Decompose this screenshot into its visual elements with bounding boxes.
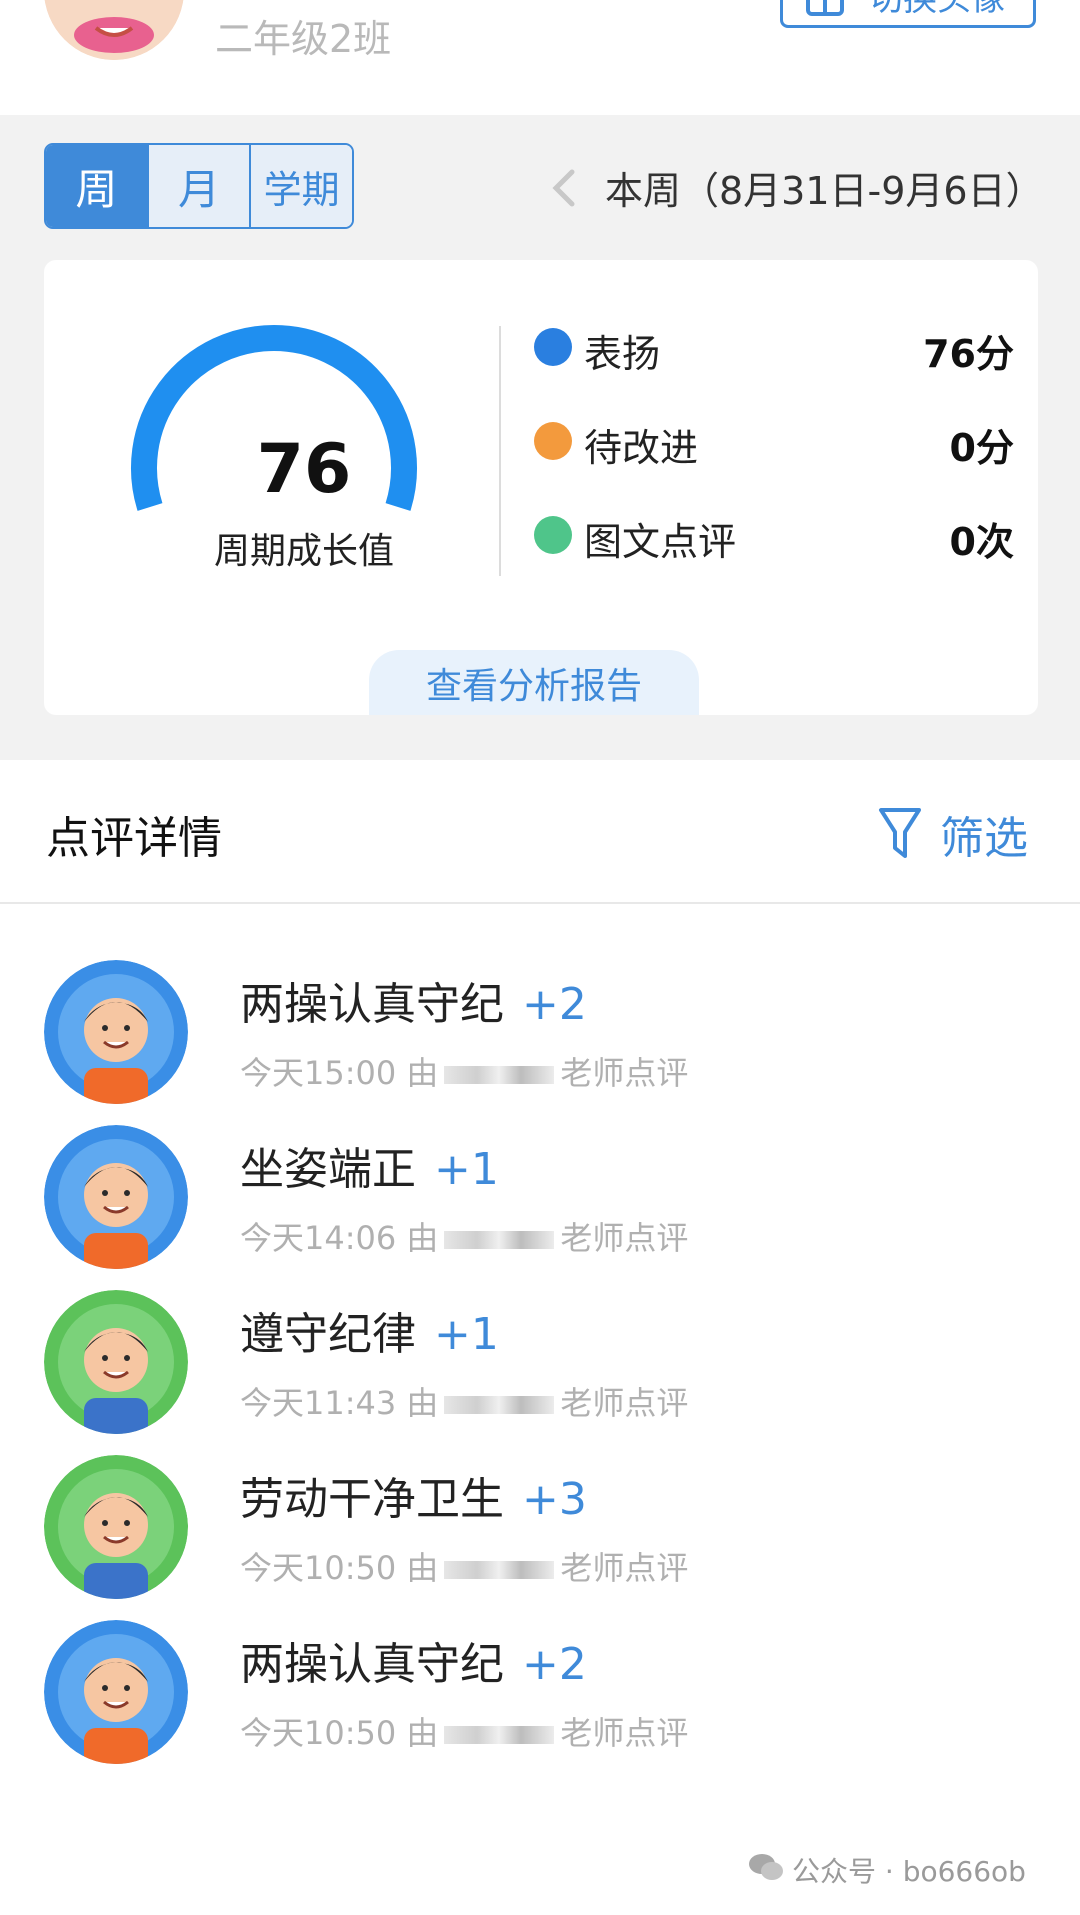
- stat-improve: 待改进 0分: [534, 417, 1014, 470]
- switch-avatar-label: 切换头像: [869, 0, 1005, 20]
- review-title: 两操认真守纪 +2: [240, 968, 587, 1032]
- review-time: 今天11:43 由: [240, 1384, 439, 1422]
- watermark: 公众号 · bo666ob: [792, 1855, 1026, 1888]
- tab-semester[interactable]: 学期: [249, 145, 352, 227]
- switch-avatar-button[interactable]: 切换头像: [780, 0, 1036, 28]
- review-time: 今天15:00 由: [240, 1054, 439, 1092]
- profile-header: 二年级2班 切换头像: [0, 0, 1080, 115]
- section-title: 点评详情: [46, 813, 222, 864]
- growth-value: 76: [256, 430, 352, 509]
- review-suffix: 老师点评: [560, 1549, 689, 1587]
- student-avatar-icon: [44, 1455, 188, 1599]
- teacher-name-redacted: [444, 1726, 555, 1744]
- review-title-text: 遵守纪律: [240, 1309, 416, 1360]
- review-title: 劳动干净卫生 +3: [240, 1463, 587, 1527]
- stat-name: 待改进: [584, 426, 699, 470]
- stat-value: 0分: [949, 426, 1014, 470]
- review-title: 坐姿端正 +1: [240, 1133, 499, 1197]
- growth-card: 76 周期成长值 表扬 76分 待改进 0分 图文点评 0次 查看分析报告: [44, 260, 1038, 715]
- stat-name: 图文点评: [584, 520, 737, 564]
- teacher-name-redacted: [444, 1561, 555, 1579]
- review-title-text: 坐姿端正: [240, 1144, 416, 1195]
- week-range: 本周（8月31日-9月6日）: [605, 169, 1044, 213]
- student-avatar-icon: [44, 960, 188, 1104]
- review-meta: 今天10:50 由 老师点评: [240, 1708, 688, 1754]
- student-avatar-icon: [44, 1125, 188, 1269]
- wechat-icon: [749, 1854, 783, 1880]
- review-time: 今天10:50 由: [240, 1714, 439, 1752]
- period-switch: 周 月 学期: [44, 143, 354, 229]
- review-title-text: 两操认真守纪: [240, 1639, 504, 1690]
- green-dot-icon: [534, 516, 572, 554]
- divider: [499, 326, 501, 576]
- stat-comments: 图文点评 0次: [534, 511, 1014, 564]
- review-suffix: 老师点评: [560, 1054, 689, 1092]
- tab-month[interactable]: 月: [146, 145, 250, 227]
- chevron-left-icon[interactable]: [550, 168, 578, 208]
- face-icon: [534, 422, 572, 460]
- review-title: 遵守纪律 +1: [240, 1298, 499, 1362]
- stat-name: 表扬: [584, 332, 661, 376]
- filter-icon: [879, 808, 921, 858]
- stat-value: 0次: [949, 520, 1014, 564]
- review-time: 今天10:50 由: [240, 1549, 439, 1587]
- list-item[interactable]: 两操认真守纪 +2 今天10:50 由 老师点评: [0, 1590, 1080, 1790]
- review-suffix: 老师点评: [560, 1384, 689, 1422]
- review-suffix: 老师点评: [560, 1219, 689, 1257]
- review-title-text: 两操认真守纪: [240, 979, 504, 1030]
- review-meta: 今天15:00 由 老师点评: [240, 1048, 688, 1094]
- review-points: +3: [522, 1474, 587, 1525]
- teacher-name-redacted: [444, 1231, 555, 1249]
- stat-praise: 表扬 76分: [534, 323, 1014, 376]
- teacher-name-redacted: [444, 1066, 555, 1084]
- divider: [0, 902, 1080, 904]
- growth-caption: 周期成长值: [213, 531, 394, 572]
- filter-button[interactable]: 筛选: [878, 802, 1048, 864]
- review-suffix: 老师点评: [560, 1714, 689, 1752]
- review-points: +1: [434, 1144, 499, 1195]
- tab-week[interactable]: 周: [46, 145, 147, 227]
- review-meta: 今天11:43 由 老师点评: [240, 1378, 688, 1424]
- review-points: +1: [434, 1309, 499, 1360]
- student-avatar-icon: [44, 1620, 188, 1764]
- stat-value: 76分: [923, 332, 1014, 376]
- review-title-text: 劳动干净卫生: [240, 1474, 504, 1525]
- teacher-name-redacted: [444, 1396, 555, 1414]
- class-name: 二年级2班: [215, 17, 392, 61]
- thumbs-up-icon: [534, 328, 572, 366]
- review-points: +2: [522, 979, 587, 1030]
- student-avatar-icon: [44, 1290, 188, 1434]
- review-meta: 今天14:06 由 老师点评: [240, 1213, 688, 1259]
- review-time: 今天14:06 由: [240, 1219, 439, 1257]
- view-report-button[interactable]: 查看分析报告: [369, 657, 699, 709]
- student-avatar[interactable]: [44, 0, 184, 60]
- review-points: +2: [522, 1639, 587, 1690]
- review-title: 两操认真守纪 +2: [240, 1628, 587, 1692]
- review-meta: 今天10:50 由 老师点评: [240, 1543, 688, 1589]
- filter-label: 筛选: [940, 813, 1028, 864]
- grid-icon: [806, 0, 844, 16]
